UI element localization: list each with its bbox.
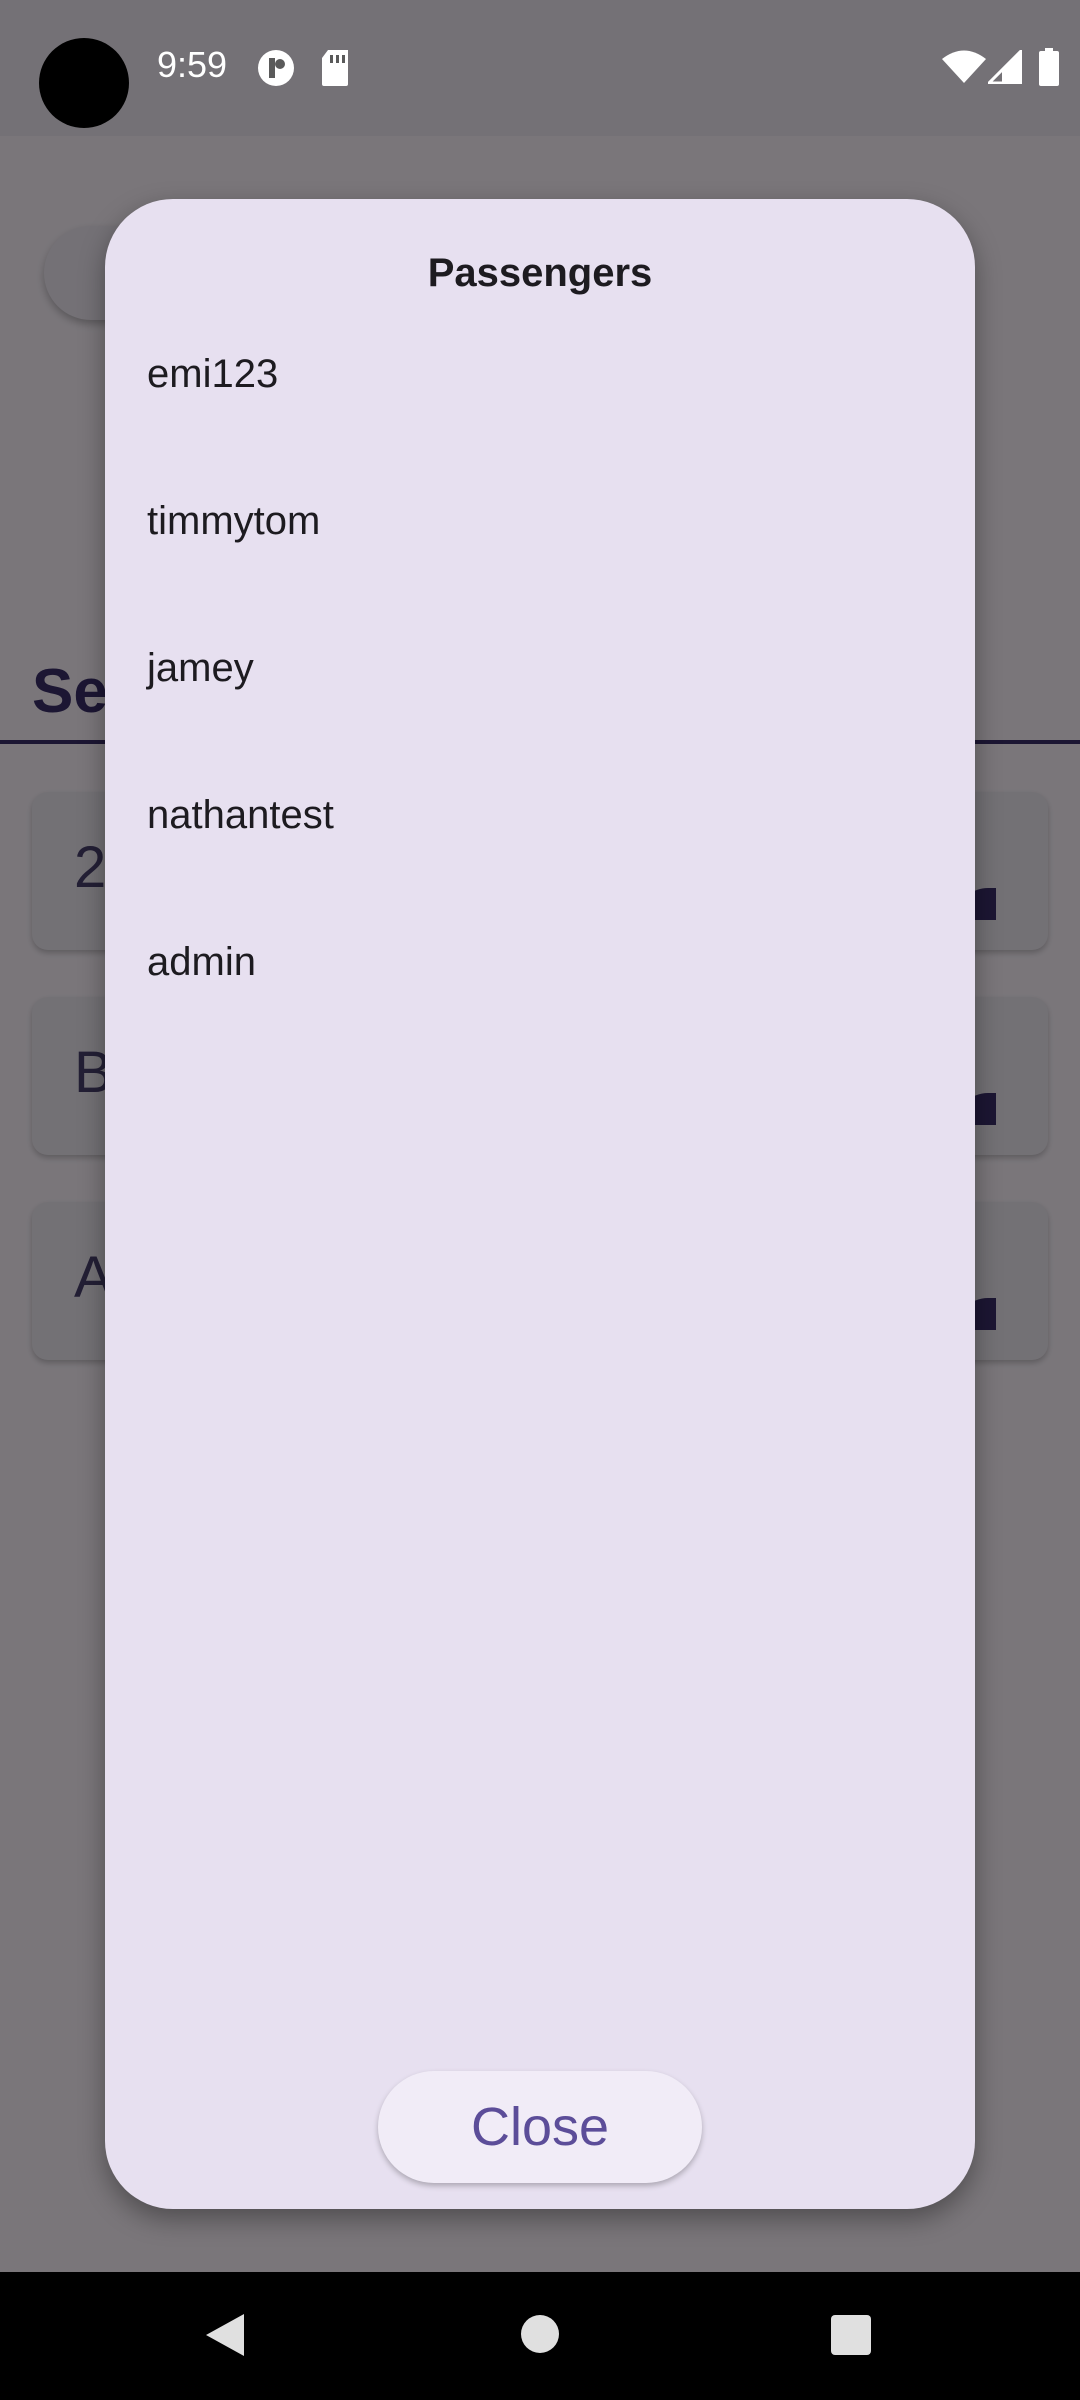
battery-icon [1038,48,1060,91]
passenger-item: admin [147,940,256,984]
dialog-title: Passengers [427,251,653,295]
passenger-item: emi123 [147,352,279,396]
passengers-dialog: Passengers emi123 timmytom jamey nathant… [105,199,975,2209]
camera-cutout [39,38,129,128]
sd-card-icon [320,48,352,93]
wifi-icon [942,50,986,89]
badge-icon [256,48,296,93]
passenger-list: emi123 timmytom jamey nathantest admin [147,349,937,1084]
close-button[interactable]: Close [378,2071,702,2183]
passenger-item: jamey [147,646,254,690]
recents-icon[interactable] [831,2315,871,2355]
navigation-bar [0,2272,1080,2400]
signal-icon [985,47,1023,89]
passenger-item: timmytom [147,499,321,543]
status-time: 9:59 [157,44,228,85]
screen: 9:59 Se [0,0,1080,2400]
passenger-item: nathantest [147,793,334,837]
home-icon[interactable] [521,2315,559,2353]
back-icon[interactable] [206,2314,244,2356]
